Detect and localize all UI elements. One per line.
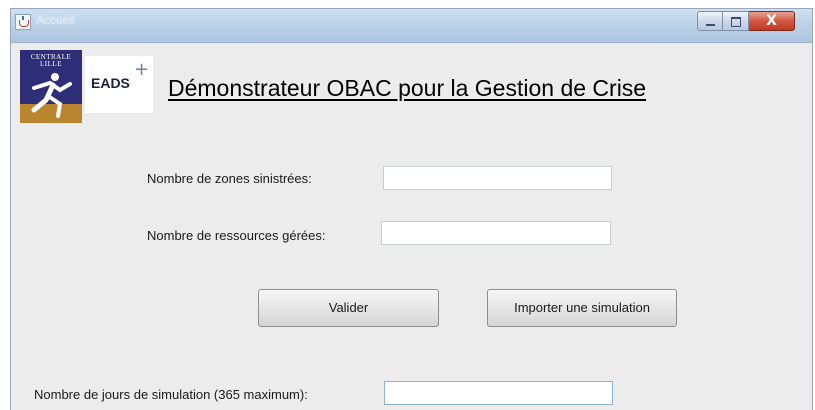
minimize-icon [706, 24, 715, 26]
eads-logo: EADS + [85, 56, 153, 113]
java-app-icon[interactable] [15, 14, 31, 30]
simulation-days-input[interactable] [384, 381, 613, 405]
resources-label: Nombre de ressources gérées: [147, 228, 326, 243]
close-icon: X [766, 13, 777, 29]
title-bar[interactable]: Accueil X [11, 9, 812, 43]
app-window: Accueil X CENTRALE LILLE EADS + Démonstr… [10, 8, 813, 410]
maximize-button[interactable] [723, 11, 749, 31]
simulation-days-label: Nombre de jours de simulation (365 maxim… [34, 387, 308, 402]
minimize-button[interactable] [697, 11, 723, 31]
resources-input[interactable] [381, 221, 611, 245]
eads-plus-icon: + [134, 59, 150, 80]
validate-button[interactable]: Valider [258, 289, 439, 327]
window-title: Accueil [36, 13, 75, 27]
runner-icon [31, 73, 72, 118]
close-button[interactable]: X [749, 11, 795, 31]
maximize-icon [731, 17, 741, 27]
eads-logo-text: EADS [91, 75, 130, 91]
page-title: Démonstrateur OBAC pour la Gestion de Cr… [168, 75, 647, 101]
zones-label: Nombre de zones sinistrées: [147, 171, 312, 186]
import-simulation-button[interactable]: Importer une simulation [487, 289, 677, 327]
centrale-lille-logo: CENTRALE LILLE [20, 50, 82, 123]
zones-input[interactable] [383, 166, 612, 190]
